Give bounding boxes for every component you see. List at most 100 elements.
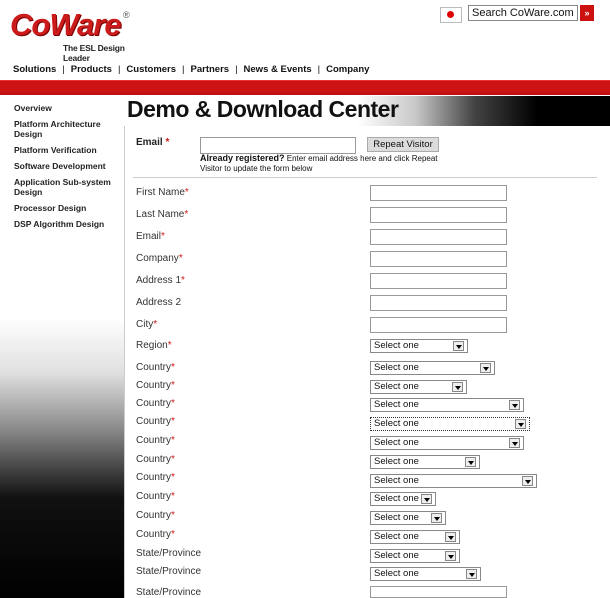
label-text: Address 1: [136, 275, 182, 286]
label-text: Country: [136, 472, 172, 483]
search-go-button[interactable]: »: [580, 5, 594, 21]
logo-tagline: The ESL Design Leader: [63, 43, 125, 63]
state-province-select-1[interactable]: Select one: [370, 549, 460, 563]
country-label-8: Country*: [136, 491, 175, 502]
nav-products[interactable]: Products: [71, 64, 112, 75]
required-mark: *: [165, 137, 170, 148]
select-value: Select one: [374, 418, 419, 429]
label-text: Last Name: [136, 209, 185, 220]
required-mark: *: [171, 416, 175, 427]
required-mark: *: [167, 340, 172, 351]
nav-company[interactable]: Company: [326, 64, 369, 75]
required-mark: *: [153, 319, 158, 330]
chevron-down-icon: [509, 438, 520, 448]
repeat-email-label: Email *: [136, 137, 169, 148]
sidebar-item-application-subsystem-design[interactable]: Application Sub-system Design: [14, 177, 120, 197]
label-text: Company: [136, 253, 179, 264]
label-text: Country: [136, 529, 172, 540]
country-select-5[interactable]: Select one: [370, 436, 524, 450]
sidebar-item-dsp-algorithm-design[interactable]: DSP Algorithm Design: [14, 219, 120, 229]
nav-solutions[interactable]: Solutions: [13, 64, 56, 75]
required-mark: *: [178, 253, 183, 264]
required-mark: *: [171, 529, 175, 540]
label-text: First Name: [136, 187, 185, 198]
state-province-label-3: State/Province: [136, 587, 201, 598]
first-name-label: First Name*: [136, 187, 189, 198]
flag-dot: [447, 11, 454, 18]
red-header-bar: [0, 80, 610, 92]
region-select[interactable]: Select one: [370, 339, 468, 353]
country-label-7: Country*: [136, 472, 175, 483]
label-text: State/Province: [136, 548, 202, 559]
state-province-label-2: State/Province: [136, 566, 201, 577]
japan-flag-icon[interactable]: [440, 7, 462, 23]
sidebar-item-software-development[interactable]: Software Development: [14, 161, 120, 171]
repeat-email-input[interactable]: [200, 137, 356, 154]
sidebar-item-platform-verification[interactable]: Platform Verification: [14, 145, 120, 155]
label-text: Country: [136, 416, 172, 427]
search-input[interactable]: [468, 5, 578, 21]
company-input[interactable]: [370, 251, 507, 267]
required-mark: *: [184, 187, 189, 198]
select-value: Select one: [374, 399, 419, 410]
label-text: Country: [136, 491, 172, 502]
repeat-visitor-help: Already registered? Enter email address …: [200, 153, 450, 174]
select-value: Select one: [374, 437, 419, 448]
label-text: Country: [136, 380, 172, 391]
sidebar-item-platform-architecture-design[interactable]: Platform Architecture Design: [14, 119, 120, 139]
coware-logo[interactable]: CoWare ® The ESL Design Leader: [10, 8, 135, 64]
top-navigation: Solutions | Products | Customers | Partners…: [13, 64, 369, 75]
country-select-1[interactable]: Select one: [370, 361, 495, 375]
country-select-3[interactable]: Select one: [370, 398, 524, 412]
chevron-down-icon: [509, 400, 520, 410]
sidebar-item-processor-design[interactable]: Processor Design: [14, 203, 120, 213]
country-label-4: Country*: [136, 416, 175, 427]
country-label-6: Country*: [136, 454, 175, 465]
nav-partners[interactable]: Partners: [191, 64, 230, 75]
city-label: City*: [136, 319, 157, 330]
nav-separator: |: [62, 64, 65, 75]
select-value: Select one: [374, 550, 419, 561]
country-select-7[interactable]: Select one: [370, 474, 537, 488]
chevron-down-icon: [480, 363, 491, 373]
chevron-down-icon: [515, 419, 526, 429]
select-value: Select one: [374, 456, 419, 467]
country-select-8[interactable]: Select one: [370, 492, 436, 506]
last-name-input[interactable]: [370, 207, 507, 223]
label-text: Region: [136, 340, 168, 351]
country-select-9[interactable]: Select one: [370, 511, 446, 525]
country-select-6[interactable]: Select one: [370, 455, 480, 469]
state-province-select-2[interactable]: Select one: [370, 567, 481, 581]
country-label-10: Country*: [136, 529, 175, 540]
first-name-input[interactable]: [370, 185, 507, 201]
chevron-down-icon: [445, 532, 456, 542]
nav-customers[interactable]: Customers: [126, 64, 176, 75]
chevron-down-icon: [453, 341, 464, 351]
content-divider-vertical: [124, 126, 125, 598]
form-divider: [133, 177, 597, 178]
country-select-4[interactable]: Select one: [370, 417, 530, 431]
country-select-10[interactable]: Select one: [370, 530, 460, 544]
select-value: Select one: [374, 531, 419, 542]
nav-news-events[interactable]: News & Events: [244, 64, 312, 75]
address2-input[interactable]: [370, 295, 507, 311]
email-input[interactable]: [370, 229, 507, 245]
select-value: Select one: [374, 340, 419, 351]
address2-label: Address 2: [136, 297, 181, 308]
label-text: Address 2: [136, 297, 182, 308]
email-label: Email*: [136, 231, 165, 242]
chevron-down-icon: [445, 551, 456, 561]
required-mark: *: [181, 275, 185, 286]
required-mark: *: [171, 380, 175, 391]
repeat-visitor-button[interactable]: Repeat Visitor: [367, 137, 439, 152]
state-province-input[interactable]: [370, 586, 507, 598]
label-text: City: [136, 319, 154, 330]
last-name-label: Last Name*: [136, 209, 188, 220]
sidebar-item-overview[interactable]: Overview: [14, 103, 120, 113]
page-title: Demo & Download Center: [127, 96, 399, 122]
required-mark: *: [161, 231, 165, 242]
nav-separator: |: [317, 64, 321, 75]
address1-input[interactable]: [370, 273, 507, 289]
country-select-2[interactable]: Select one: [370, 380, 467, 394]
city-input[interactable]: [370, 317, 507, 333]
